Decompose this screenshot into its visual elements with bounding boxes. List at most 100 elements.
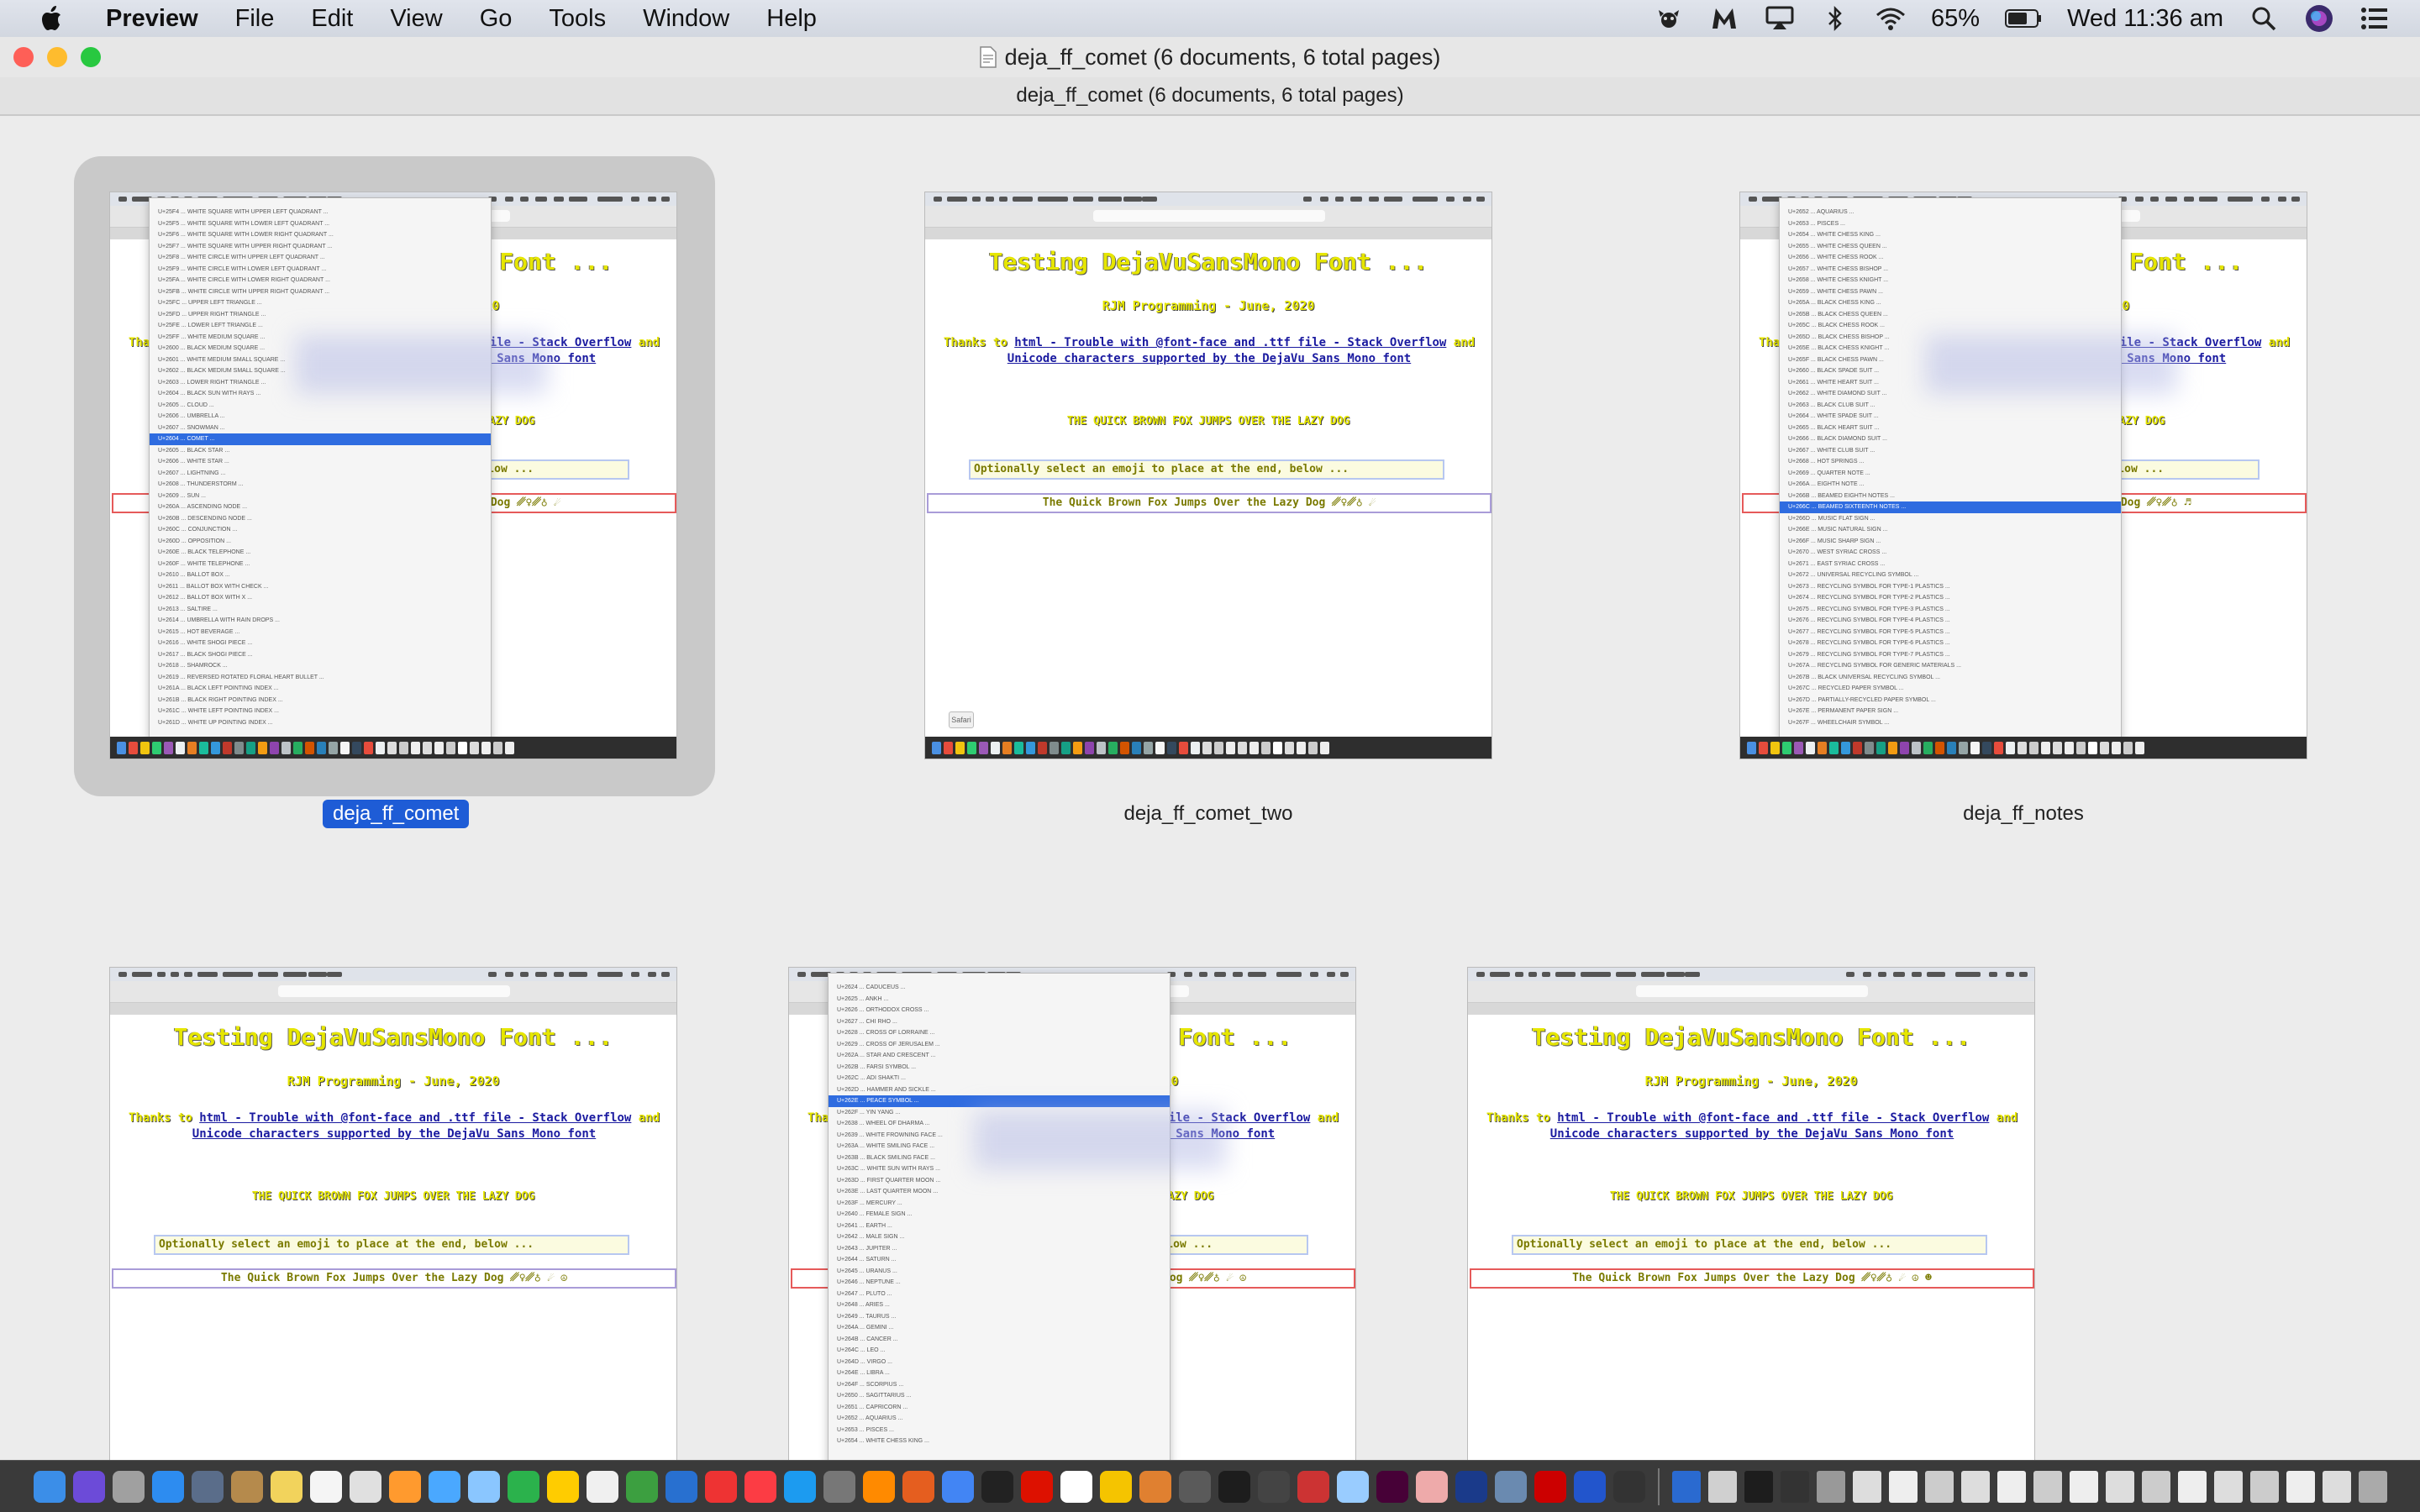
dropdown-option[interactable]: U+2677 ... RECYCLING SYMBOL FOR TYPE-5 P… xyxy=(1780,627,2121,638)
dropdown-option[interactable]: U+264E ... LIBRA ... xyxy=(829,1368,1170,1379)
dropdown-option[interactable]: U+25FB ... WHITE CIRCLE WITH UPPER RIGHT… xyxy=(150,286,491,298)
zoom-button[interactable] xyxy=(81,47,101,67)
dock-recent-item[interactable] xyxy=(1961,1470,1990,1503)
dropdown-option[interactable]: U+266E ... MUSIC NATURAL SIGN ... xyxy=(1780,524,2121,536)
emoji-dropdown-list[interactable]: U+2652 ... AQUARIUS ... U+2653 ... PISCES… xyxy=(1779,197,2122,740)
dropdown-option[interactable]: U+2667 ... WHITE CLUB SUIT ... xyxy=(1780,445,2121,457)
dropdown-option[interactable]: U+2663 ... BLACK CLUB SUIT ... xyxy=(1780,400,2121,412)
dropdown-option[interactable]: U+2625 ... ANKH ... xyxy=(829,994,1170,1005)
dock-app-icon[interactable] xyxy=(587,1470,618,1503)
thumbnail-label[interactable]: deja_ff_notes xyxy=(1897,800,2149,828)
dock-app-icon[interactable] xyxy=(626,1470,658,1503)
dropdown-option[interactable]: U+2658 ... WHITE CHESS KNIGHT ... xyxy=(1780,275,2121,286)
thumbnail-deja-ff-notes[interactable]: Testing DejaVuSansMono Font ...RJM Progr… xyxy=(1739,192,2307,759)
thumbnail-label[interactable]: deja_ff_comet_two xyxy=(1082,800,1334,828)
dropdown-option[interactable]: U+267E ... PERMANENT PAPER SIGN ... xyxy=(1780,706,2121,717)
dock-app-icon[interactable] xyxy=(350,1470,381,1503)
dock-app-icon[interactable] xyxy=(1179,1470,1211,1503)
dock-recent-item[interactable] xyxy=(2070,1470,2098,1503)
dropdown-option[interactable]: U+2612 ... BALLOT BOX WITH X ... xyxy=(150,592,491,604)
dropdown-option[interactable]: U+2640 ... FEMALE SIGN ... xyxy=(829,1209,1170,1221)
dropdown-option[interactable]: U+2678 ... RECYCLING SYMBOL FOR TYPE-6 P… xyxy=(1780,638,2121,649)
dock-app-icon[interactable] xyxy=(1534,1470,1566,1503)
dropdown-option[interactable]: U+260A ... ASCENDING NODE ... xyxy=(150,501,491,513)
unicode-link[interactable]: Unicode characters supported by the Deja… xyxy=(1550,1127,1954,1141)
dropdown-option[interactable]: U+25FD ... UPPER RIGHT TRIANGLE ... xyxy=(150,309,491,321)
dropdown-option[interactable]: U+262E ... PEACE SYMBOL ... xyxy=(829,1095,1170,1107)
dropdown-option[interactable]: U+2643 ... JUPITER ... xyxy=(829,1243,1170,1255)
dropdown-option[interactable]: U+262A ... STAR AND CRESCENT ... xyxy=(829,1050,1170,1062)
clock[interactable]: Wed 11:36 am xyxy=(2067,5,2223,33)
dropdown-option[interactable]: U+2606 ... WHITE STAR ... xyxy=(150,456,491,468)
dropdown-option[interactable]: U+2608 ... THUNDERSTORM ... xyxy=(150,479,491,491)
dropdown-option[interactable]: U+2613 ... SALTIRE ... xyxy=(150,604,491,616)
dropdown-option[interactable]: U+2652 ... AQUARIUS ... xyxy=(829,1413,1170,1425)
dock-recent-item[interactable] xyxy=(2250,1470,2279,1503)
dropdown-option[interactable]: U+266C ... BEAMED SIXTEENTH NOTES ... xyxy=(1780,501,2121,513)
dropdown-option[interactable]: U+266D ... MUSIC FLAT SIGN ... xyxy=(1780,513,2121,525)
dropdown-option[interactable]: U+261B ... BLACK RIGHT POINTING INDEX ..… xyxy=(150,695,491,706)
dropdown-option[interactable]: U+2669 ... QUARTER NOTE ... xyxy=(1780,468,2121,480)
siri-icon[interactable] xyxy=(2304,3,2334,34)
dock-app-icon[interactable] xyxy=(508,1470,539,1503)
dropdown-option[interactable]: U+2671 ... EAST SYRIAC CROSS ... xyxy=(1780,559,2121,570)
dock-app-icon[interactable] xyxy=(942,1470,974,1503)
menu-file[interactable]: File xyxy=(235,5,275,33)
dock-app-icon[interactable] xyxy=(1021,1470,1053,1503)
dropdown-option[interactable]: U+2616 ... WHITE SHOGI PIECE ... xyxy=(150,638,491,649)
dock-app-icon[interactable] xyxy=(1337,1470,1369,1503)
dropdown-option[interactable]: U+2653 ... PISCES ... xyxy=(829,1425,1170,1436)
dropdown-option[interactable]: U+2629 ... CROSS OF JERUSALEM ... xyxy=(829,1039,1170,1051)
dock-app-icon[interactable] xyxy=(547,1470,579,1503)
dock-recent-item[interactable] xyxy=(1781,1470,1809,1503)
dropdown-option[interactable]: U+2648 ... ARIES ... xyxy=(829,1299,1170,1311)
apple-menu-icon[interactable] xyxy=(32,0,71,37)
dropdown-option[interactable]: U+261A ... BLACK LEFT POINTING INDEX ... xyxy=(150,683,491,695)
dock-recent-item[interactable] xyxy=(1744,1470,1773,1503)
menu-window[interactable]: Window xyxy=(643,5,729,33)
mini-url-field[interactable] xyxy=(278,985,510,997)
dock-recent-item[interactable] xyxy=(1708,1470,1737,1503)
battery-icon[interactable] xyxy=(2005,3,2042,34)
dropdown-option[interactable]: U+2657 ... WHITE CHESS BISHOP ... xyxy=(1780,264,2121,276)
unicode-link[interactable]: Unicode characters supported by the Deja… xyxy=(192,1127,596,1141)
dropdown-option[interactable]: U+2647 ... PLUTO ... xyxy=(829,1289,1170,1300)
dropdown-option[interactable]: U+265A ... BLACK CHESS KING ... xyxy=(1780,297,2121,309)
dropdown-option[interactable]: U+2614 ... UMBRELLA WITH RAIN DROPS ... xyxy=(150,615,491,627)
dropdown-option[interactable]: U+25F6 ... WHITE SQUARE WITH LOWER RIGHT… xyxy=(150,229,491,241)
dock-recent-item[interactable] xyxy=(2142,1470,2170,1503)
dropdown-option[interactable]: U+2615 ... HOT BEVERAGE ... xyxy=(150,627,491,638)
dock-app-icon[interactable] xyxy=(1139,1470,1171,1503)
stackoverflow-link[interactable]: html - Trouble with @font-face and .ttf … xyxy=(199,1111,631,1125)
dropdown-option[interactable]: U+2649 ... TAURUS ... xyxy=(829,1311,1170,1323)
dropdown-option[interactable]: U+2654 ... WHITE CHESS KING ... xyxy=(829,1436,1170,1447)
dropdown-option[interactable]: U+260C ... CONJUNCTION ... xyxy=(150,524,491,536)
dropdown-option[interactable]: U+25F9 ... WHITE CIRCLE WITH LOWER LEFT … xyxy=(150,264,491,276)
dropdown-option[interactable]: U+2655 ... WHITE CHESS QUEEN ... xyxy=(1780,241,2121,253)
dropdown-option[interactable]: U+260F ... WHITE TELEPHONE ... xyxy=(150,559,491,570)
menu-help[interactable]: Help xyxy=(766,5,817,33)
dock-app-icon[interactable] xyxy=(389,1470,421,1503)
dropdown-option[interactable]: U+2665 ... BLACK HEART SUIT ... xyxy=(1780,423,2121,434)
dock-app-icon[interactable] xyxy=(863,1470,895,1503)
emoji-dropdown-list[interactable]: U+2624 ... CADUCEUS ... U+2625 ... ANKH .… xyxy=(828,973,1171,1460)
dock-app-icon[interactable] xyxy=(468,1470,500,1503)
dropdown-option[interactable]: U+266B ... BEAMED EIGHTH NOTES ... xyxy=(1780,491,2121,502)
dock-recent-item[interactable] xyxy=(2323,1470,2351,1503)
dock-app-icon[interactable] xyxy=(34,1470,66,1503)
dropdown-option[interactable]: U+265C ... BLACK CHESS ROOK ... xyxy=(1780,320,2121,332)
dock-app-icon[interactable] xyxy=(113,1470,145,1503)
dropdown-option[interactable]: U+2676 ... RECYCLING SYMBOL FOR TYPE-4 P… xyxy=(1780,615,2121,627)
dock-recent-item[interactable] xyxy=(1925,1470,1954,1503)
dropdown-option[interactable]: U+25FA ... WHITE CIRCLE WITH LOWER RIGHT… xyxy=(150,275,491,286)
dropdown-option[interactable]: U+2656 ... WHITE CHESS ROOK ... xyxy=(1780,252,2121,264)
dropdown-option[interactable]: U+2611 ... BALLOT BOX WITH CHECK ... xyxy=(150,581,491,593)
dock-recent-item[interactable] xyxy=(1817,1470,1845,1503)
dropdown-option[interactable]: U+2653 ... PISCES ... xyxy=(1780,218,2121,230)
dock-app-icon[interactable] xyxy=(823,1470,855,1503)
dock-app-icon[interactable] xyxy=(1218,1470,1250,1503)
dropdown-option[interactable]: U+2604 ... COMET ... xyxy=(150,433,491,445)
dock-app-icon[interactable] xyxy=(784,1470,816,1503)
menu-edit[interactable]: Edit xyxy=(311,5,353,33)
dropdown-option[interactable]: U+2668 ... HOT SPRINGS ... xyxy=(1780,456,2121,468)
